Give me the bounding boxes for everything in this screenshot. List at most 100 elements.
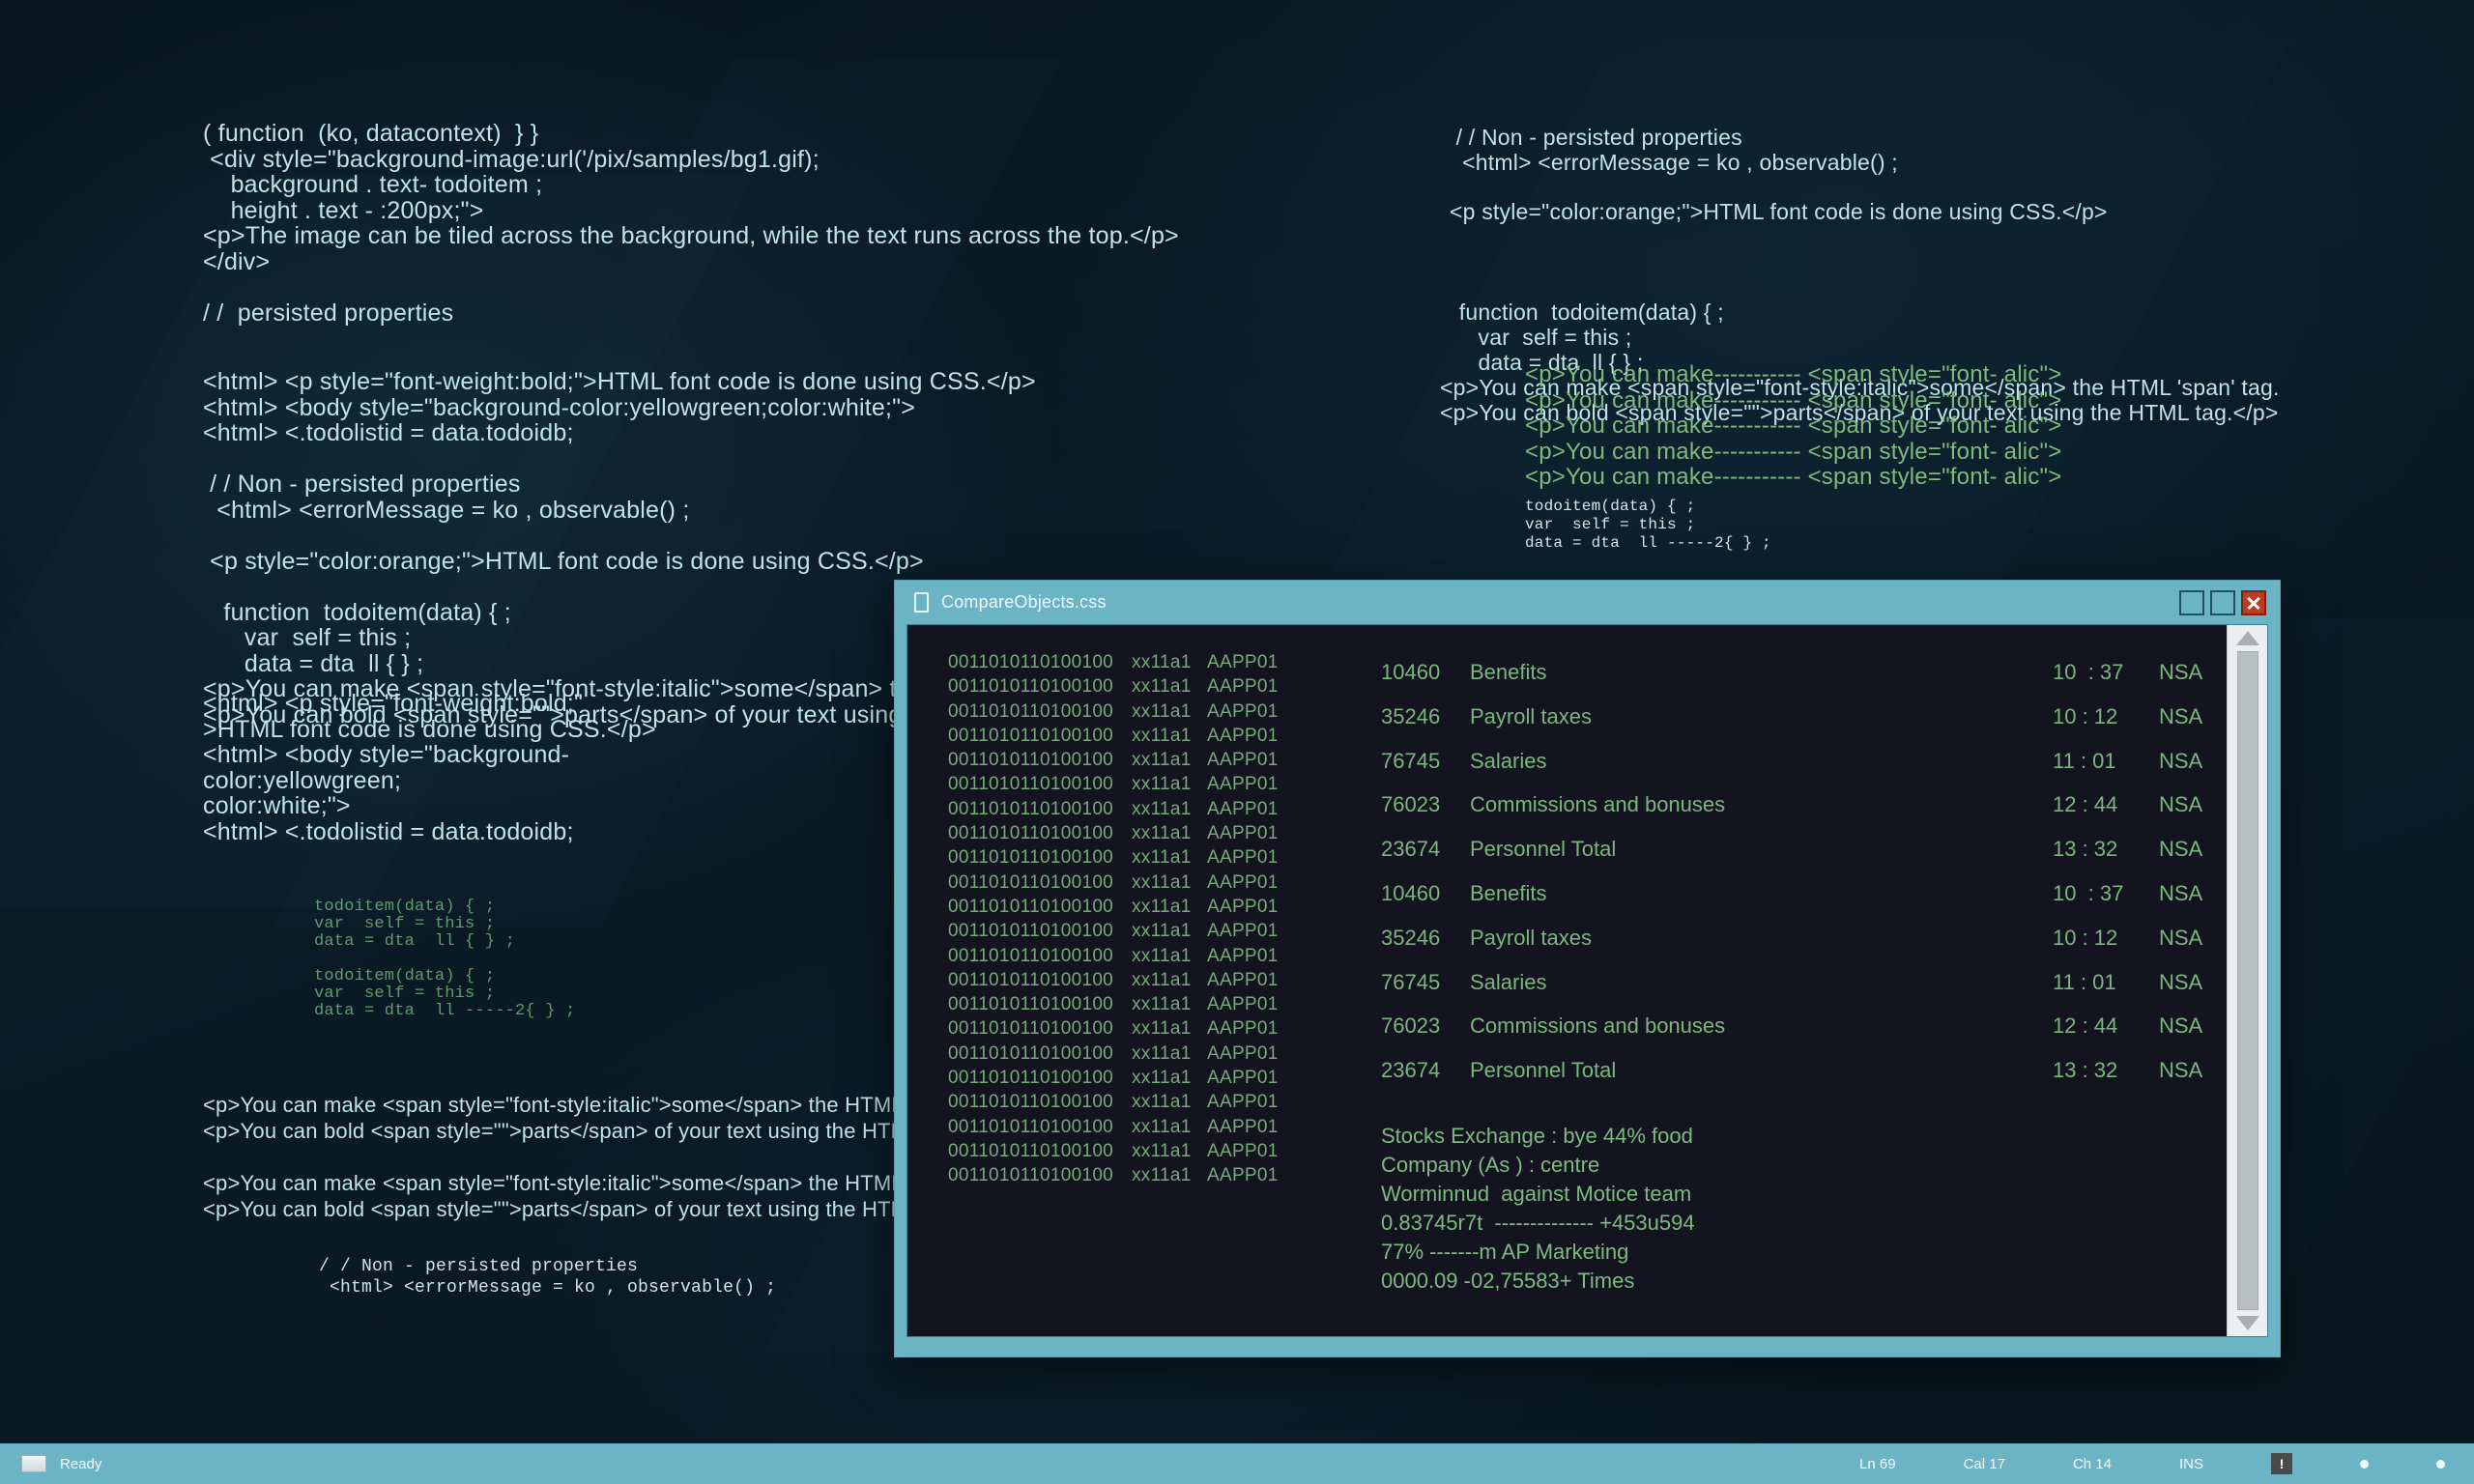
- table-row[interactable]: 76023 Commissions and bonuses 12 : 44 NSA: [1381, 1004, 2227, 1048]
- table-row[interactable]: 76745 Salaries 11 : 01 NSA: [1381, 960, 2227, 1005]
- terminal-row: xx11a1: [1132, 896, 1192, 917]
- table-row[interactable]: 76745 Salaries 11 : 01 NSA: [1381, 739, 2227, 784]
- vertical-scrollbar[interactable]: [2227, 625, 2267, 1336]
- code-line: ( function (ko, datacontext) } }: [203, 120, 539, 147]
- row-tag: NSA: [2159, 748, 2203, 773]
- close-button[interactable]: [2241, 589, 2266, 615]
- code-line: <p>You can make----------- <span style="…: [1525, 438, 2062, 465]
- terminal-row: xx11a1: [1132, 969, 1192, 990]
- terminal-row: 0011010110100100: [948, 1042, 1114, 1064]
- code-line: <p>You can make <span style="font-style:…: [203, 1093, 964, 1117]
- wallpaper-code-left-mono: todoitem(data) { ; var self = this ; data …: [314, 899, 575, 1020]
- terminal-row: AAPP01: [1207, 1018, 1279, 1040]
- window-title: CompareObjects.css: [941, 592, 1107, 612]
- terminal-row: AAPP01: [1207, 676, 1279, 698]
- terminal-row: xx11a1: [1132, 700, 1192, 722]
- table-row[interactable]: 23674 Personnel Total 13 : 32 NSA: [1381, 827, 2227, 871]
- status-line: Ln 69: [1859, 1455, 1896, 1472]
- terminal-row: xx11a1: [1132, 1165, 1192, 1186]
- terminal-row: 0011010110100100: [948, 750, 1114, 771]
- row-label: Salaries: [1470, 969, 1547, 994]
- terminal-row: 0011010110100100: [948, 774, 1114, 795]
- application-window[interactable]: CompareObjects.css 0011010110100100 00110…: [894, 580, 2281, 1357]
- note-line: Stocks Exchange : bye 44% food: [1381, 1123, 1693, 1148]
- terminal-row: xx11a1: [1132, 774, 1192, 795]
- code-line: / / Non - persisted properties: [319, 1257, 639, 1276]
- table-row[interactable]: 76023 Commissions and bonuses 12 : 44 NSA: [1381, 783, 2227, 827]
- terminal-row: AAPP01: [1207, 774, 1279, 795]
- code-line: data = dta ll { } ;: [314, 932, 516, 951]
- note-line: Company (As ) : centre: [1381, 1152, 1600, 1177]
- alert-badge-icon[interactable]: !: [2271, 1453, 2292, 1474]
- code-line: background . text- todoitem ;: [203, 171, 543, 198]
- terminal-output[interactable]: 0011010110100100 0011010110100100 00110101…: [907, 625, 2227, 1336]
- row-label: Benefits: [1470, 660, 1547, 684]
- table-row[interactable]: 10460 Benefits 10 : 37 NSA: [1381, 871, 2227, 916]
- wallpaper-code-right-mono: todoitem(data) { ; var self = this ; data …: [1525, 498, 1771, 553]
- code-line: <html> <errorMessage = ko , observable()…: [203, 496, 690, 524]
- row-time: 13 : 32: [2053, 837, 2118, 862]
- terminal-row: 0011010110100100: [948, 1140, 1114, 1161]
- terminal-row: xx11a1: [1132, 1042, 1192, 1064]
- row-code: 76023: [1381, 1013, 1441, 1039]
- terminal-row: 0011010110100100: [948, 652, 1114, 672]
- row-time: 11 : 01: [2053, 969, 2116, 994]
- status-text: Ready: [60, 1455, 102, 1472]
- code-line: >HTML font code is done using CSS.</p>: [203, 715, 656, 743]
- code-line: <p style="color:orange;">HTML font code …: [203, 547, 924, 575]
- row-tag: NSA: [2159, 880, 2203, 905]
- status-char: Ch 14: [2072, 1455, 2112, 1472]
- code-line: </div>: [203, 247, 271, 275]
- row-time: 13 : 32: [2053, 1058, 2118, 1083]
- terminal-row: AAPP01: [1207, 871, 1279, 893]
- terminal-row: xx11a1: [1132, 823, 1192, 844]
- code-line: <p>You can bold <span style="">parts</sp…: [203, 1119, 975, 1143]
- terminal-row: 0011010110100100: [948, 969, 1114, 990]
- row-label: Payroll taxes: [1470, 925, 1592, 950]
- scroll-up-arrow-icon[interactable]: [2235, 631, 2259, 645]
- row-code: 35246: [1381, 703, 1441, 728]
- window-controls: [2179, 589, 2272, 615]
- row-label: Salaries: [1470, 748, 1547, 773]
- note-line: 0.83745r7t -------------- +453u594: [1381, 1210, 1695, 1235]
- table-row[interactable]: 35246 Payroll taxes 10 : 12 NSA: [1381, 695, 2227, 739]
- row-tag: NSA: [2159, 792, 2203, 817]
- code-line: <p>The image can be tiled across the bac…: [203, 222, 1179, 249]
- terminal-row: AAPP01: [1207, 1092, 1279, 1113]
- binary-column: 0011010110100100 0011010110100100 00110101…: [948, 650, 1132, 1336]
- terminal-row: AAPP01: [1207, 798, 1279, 819]
- terminal-row: xx11a1: [1132, 945, 1192, 966]
- desktop: ( function (ko, datacontext) } } <div st…: [0, 0, 2474, 1484]
- code-line: function todoitem(data) { ;: [1440, 300, 1724, 325]
- scroll-down-arrow-icon[interactable]: [2235, 1316, 2259, 1330]
- row-label: Commissions and bonuses: [1470, 1013, 1726, 1039]
- row-tag: NSA: [2159, 925, 2203, 950]
- table-row[interactable]: 35246 Payroll taxes 10 : 12 NSA: [1381, 916, 2227, 960]
- window-titlebar[interactable]: CompareObjects.css: [895, 581, 2280, 624]
- wallpaper-code-right-top: / / Non - persisted properties <html> <e…: [1450, 125, 2108, 224]
- ledger-pane: 10460 Benefits 10 : 37 NSA 35246 Payroll taxe…: [1333, 650, 2227, 1336]
- row-tag: NSA: [2159, 1058, 2203, 1083]
- wallpaper-code-left-top: ( function (ko, datacontext) } } <div st…: [203, 121, 1179, 326]
- minimize-button[interactable]: [2179, 589, 2204, 615]
- code-line: <html> <body style="background-color:yel…: [203, 393, 915, 421]
- data-row-list: 10460 Benefits 10 : 37 NSA 35246 Payroll taxe…: [1381, 650, 2227, 1093]
- row-time: 11 : 01: [2053, 748, 2116, 773]
- row-code: 76023: [1381, 792, 1441, 817]
- status-right: Ln 69 Cal 17 Ch 14 INS !: [1792, 1453, 2474, 1474]
- row-code: 23674: [1381, 1058, 1441, 1083]
- wallpaper-code-left-span: <p>You can make <span style="font-style:…: [203, 1092, 975, 1222]
- table-row[interactable]: 23674 Personnel Total 13 : 32 NSA: [1381, 1048, 2227, 1093]
- terminal-row: 0011010110100100: [948, 994, 1114, 1015]
- maximize-button[interactable]: [2210, 589, 2235, 615]
- code-line: <p style="color:orange;">HTML font code …: [1450, 198, 2108, 224]
- code-line: var self = this ;: [1525, 516, 1696, 533]
- code-line: data = dta ll -----2{ } ;: [314, 1002, 576, 1020]
- terminal-row: AAPP01: [1207, 1042, 1279, 1064]
- table-row[interactable]: 10460 Benefits 10 : 37 NSA: [1381, 650, 2227, 695]
- note-line: 77% -------m AP Marketing: [1381, 1239, 1629, 1264]
- scrollbar-thumb[interactable]: [2236, 651, 2258, 1310]
- row-tag: NSA: [2159, 703, 2203, 728]
